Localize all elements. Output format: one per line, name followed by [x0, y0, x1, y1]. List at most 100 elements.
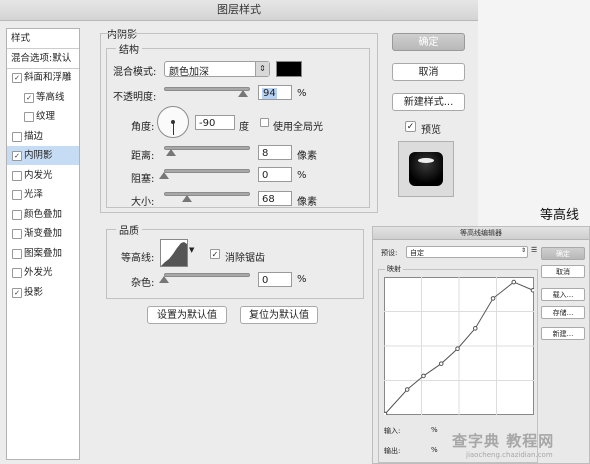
output-label: 输出: [384, 447, 401, 455]
dialog-title: 图层样式 [0, 0, 478, 21]
contour-point [455, 346, 460, 352]
shadow-color-swatch[interactable] [276, 61, 302, 77]
style-list-item[interactable]: 光泽 [7, 185, 79, 204]
style-list-checkbox[interactable] [12, 268, 22, 278]
style-list-item[interactable]: 描边 [7, 127, 79, 146]
style-list-item[interactable]: ✓ 投影 [7, 283, 79, 302]
size-input[interactable]: 68 [258, 191, 292, 206]
opacity-label: 不透明度: [113, 92, 157, 103]
distance-label: 距离: [131, 151, 155, 162]
style-list-checkbox[interactable]: ✓ [12, 73, 22, 83]
distance-slider[interactable] [164, 146, 250, 150]
checkmark-icon: ✓ [211, 250, 219, 259]
style-list-checkbox[interactable]: ✓ [12, 287, 22, 298]
opacity-slider-thumb[interactable] [237, 90, 248, 97]
preset-value: 自定 [410, 249, 424, 257]
output-unit: % [431, 446, 438, 454]
new-style-button[interactable]: 新建样式... [392, 93, 465, 111]
preview-checkbox[interactable]: ✓ [405, 121, 416, 132]
choke-input[interactable]: 0 [258, 167, 292, 182]
contour-editor-title: 等高线编辑器 [373, 227, 589, 240]
style-list-item[interactable]: 样式 [7, 29, 79, 49]
style-list-label: 内阴影 [24, 150, 53, 161]
checkmark-icon: ✓ [406, 122, 415, 132]
set-default-button[interactable]: 设置为默认值 [147, 306, 227, 324]
blend-mode-value: 颜色加深 [169, 67, 209, 78]
angle-unit: 度 [239, 122, 249, 133]
choke-unit: % [297, 170, 307, 181]
style-list-label: 光泽 [24, 189, 44, 200]
preset-select[interactable]: 自定 ⇕ [406, 246, 528, 258]
style-list-checkbox[interactable] [12, 190, 22, 200]
antialias-label: 消除锯齿 [225, 253, 265, 264]
contour-point [384, 411, 388, 415]
style-list-item[interactable]: 内发光 [7, 166, 79, 185]
distance-slider-thumb[interactable] [165, 149, 176, 156]
choke-slider[interactable] [164, 169, 250, 173]
noise-slider-thumb[interactable] [159, 276, 169, 283]
global-light-checkbox[interactable] [260, 118, 269, 127]
choke-label: 阻塞: [131, 174, 155, 185]
contour-graph[interactable] [384, 277, 534, 415]
contour-ok-button[interactable]: 确定 [541, 247, 585, 260]
style-list-item[interactable]: 图案叠加 [7, 244, 79, 263]
preset-label: 预设: [381, 249, 398, 257]
preset-menu-icon[interactable]: ☰ [531, 246, 537, 254]
style-list-item[interactable]: 颜色叠加 [7, 205, 79, 224]
distance-unit: 像素 [297, 151, 317, 162]
contour-point [490, 296, 496, 301]
distance-input[interactable]: 8 [258, 145, 292, 160]
contour-save-button[interactable]: 存储... [541, 306, 585, 319]
noise-input[interactable]: 0 [258, 272, 292, 287]
contour-load-button[interactable]: 载入... [541, 288, 585, 301]
style-list-checkbox[interactable]: ✓ [24, 92, 34, 103]
ok-button[interactable]: 确定 [392, 33, 465, 51]
contour-dropdown-icon[interactable]: ▼ [189, 246, 194, 254]
contour-point [511, 279, 517, 285]
angle-dial[interactable] [157, 106, 189, 138]
style-list-item[interactable]: 外发光 [7, 263, 79, 282]
antialias-checkbox[interactable]: ✓ [210, 249, 220, 259]
style-list-item[interactable]: ✓ 内阴影 [7, 146, 79, 165]
noise-slider[interactable] [164, 273, 250, 277]
cancel-button[interactable]: 取消 [392, 63, 465, 81]
quality-title: 品质 [116, 222, 142, 237]
contour-point [421, 373, 426, 379]
preview-swatch [409, 152, 443, 186]
angle-input[interactable]: -90 [195, 115, 235, 130]
style-list-checkbox[interactable]: ✓ [12, 151, 22, 161]
contour-thumbnail[interactable] [160, 239, 188, 267]
style-list-checkbox[interactable] [12, 229, 22, 239]
style-list-item[interactable]: 纹理 [7, 107, 79, 126]
size-label: 大小: [131, 197, 155, 208]
style-list-checkbox[interactable] [12, 209, 22, 220]
contour-label: 等高线: [121, 253, 155, 264]
chevron-updown-icon: ⇕ [255, 62, 269, 76]
blend-mode-select[interactable]: 颜色加深 ⇕ [164, 61, 270, 78]
style-list-item[interactable]: ✓ 斜面和浮雕 [7, 68, 79, 87]
style-list-checkbox[interactable] [12, 170, 22, 181]
style-list-checkbox[interactable] [12, 131, 22, 142]
side-caption: 等高线 [540, 208, 580, 223]
chevron-updown-icon: ⇕ [520, 247, 526, 254]
style-list-label: 外发光 [24, 267, 53, 278]
contour-point [404, 387, 410, 392]
contour-cancel-button[interactable]: 取消 [541, 265, 585, 278]
style-list-label: 颜色叠加 [24, 208, 63, 220]
style-list-label: 斜面和浮雕 [24, 72, 72, 83]
reset-default-button[interactable]: 复位为默认值 [240, 306, 318, 324]
opacity-input[interactable]: 94 [258, 85, 292, 100]
style-list-item[interactable]: 混合选项:默认 [7, 49, 79, 69]
choke-slider-thumb[interactable] [159, 172, 169, 179]
opacity-unit: % [297, 88, 307, 99]
size-slider-thumb[interactable] [181, 195, 192, 202]
size-slider[interactable] [164, 192, 250, 196]
style-list: 样式 混合选项:默认 ✓ 斜面和浮雕 ✓ 等高线 纹理 描边 ✓ 内阴影 内发光 光泽 颜色叠加 渐变叠加… [6, 28, 80, 460]
style-list-checkbox[interactable] [12, 248, 22, 259]
style-list-item[interactable]: 渐变叠加 [7, 224, 79, 243]
contour-new-button[interactable]: 新建... [541, 327, 585, 340]
style-list-checkbox[interactable] [24, 112, 34, 122]
style-list-label: 样式 [11, 33, 31, 44]
style-list-item[interactable]: ✓ 等高线 [7, 88, 79, 107]
preview-label: 预览 [421, 125, 441, 136]
